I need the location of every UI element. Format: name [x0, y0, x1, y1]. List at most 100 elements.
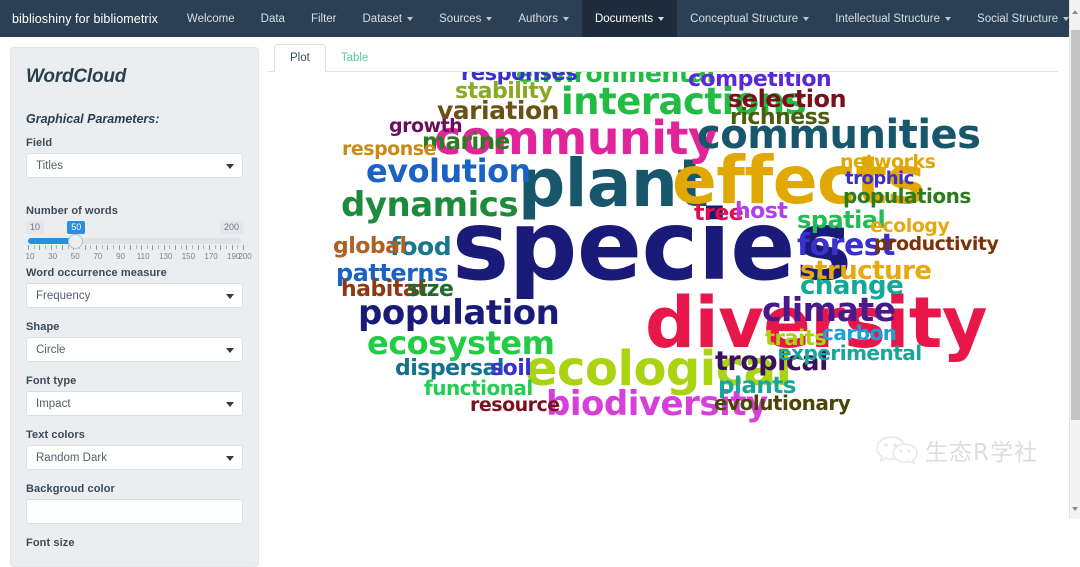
- font-type-select-value: Impact: [36, 398, 71, 410]
- field-select-value: Titles: [36, 160, 63, 172]
- text-colors-select[interactable]: Random Dark: [26, 445, 243, 470]
- wordcloud-word[interactable]: size: [407, 279, 453, 301]
- slider-tick: [198, 245, 199, 250]
- nav-item-label: Dataset: [363, 13, 403, 25]
- slider-tick-label: 110: [137, 252, 150, 261]
- spacer: [26, 191, 243, 205]
- nav-item-intellectual-structure[interactable]: Intellectual Structure: [822, 0, 964, 37]
- wordcloud-word[interactable]: traits: [765, 328, 826, 349]
- nav-item-social-structure[interactable]: Social Structure: [964, 0, 1080, 37]
- wordcloud-word[interactable]: resource: [470, 396, 560, 415]
- wordcloud-word[interactable]: populations: [843, 186, 971, 206]
- slider-max-bubble: 200: [220, 221, 243, 234]
- text-colors-label: Text colors: [26, 429, 243, 441]
- nav-item-authors[interactable]: Authors: [505, 0, 582, 37]
- app-brand[interactable]: biblioshiny for bibliometrix: [0, 0, 174, 37]
- tab-table[interactable]: Table: [326, 45, 384, 71]
- wordcloud-word[interactable]: carbon: [822, 323, 897, 343]
- slider-tick-label: 70: [93, 252, 102, 261]
- wordcloud-word[interactable]: trophic: [845, 170, 914, 188]
- slider-tick-label: 150: [182, 252, 195, 261]
- nav-item-welcome[interactable]: Welcome: [174, 0, 248, 37]
- measure-select-value: Frequency: [36, 290, 90, 302]
- wordcloud-word[interactable]: productivity: [874, 235, 998, 254]
- slider-tick-label: 200: [238, 252, 251, 261]
- nav-item-label: Data: [261, 13, 285, 25]
- nav-item-label: Welcome: [187, 13, 235, 25]
- measure-select[interactable]: Frequency: [26, 283, 243, 308]
- tab-bar: PlotTable: [268, 44, 1058, 72]
- slider-tick: [113, 245, 114, 249]
- nav-item-label: Sources: [439, 13, 481, 25]
- nav-item-data[interactable]: Data: [248, 0, 298, 37]
- slider-tick-label: 30: [48, 252, 57, 261]
- wordcloud-word[interactable]: evolutionary: [714, 393, 850, 413]
- slider-tick: [45, 245, 46, 249]
- shape-select[interactable]: Circle: [26, 337, 243, 362]
- field-select[interactable]: Titles: [26, 153, 243, 178]
- caret-down-icon: [486, 17, 492, 21]
- scroll-up-icon[interactable]: [1072, 10, 1078, 14]
- nav-item-label: Filter: [311, 13, 337, 25]
- slider-ticks: [28, 245, 241, 250]
- nav-item-sources[interactable]: Sources: [426, 0, 505, 37]
- wordcloud-word[interactable]: dynamics: [341, 188, 518, 222]
- slider-tick-label: 170: [204, 252, 217, 261]
- slider-tick: [62, 245, 63, 250]
- measure-label: Word occurrence measure: [26, 267, 243, 279]
- nav-item-filter[interactable]: Filter: [298, 0, 350, 37]
- wordcloud-plot[interactable]: speciesdiversityplanteffectsecologicalco…: [268, 72, 1058, 502]
- slider-tick: [90, 245, 91, 249]
- wordcloud-word[interactable]: structure: [800, 258, 932, 284]
- nav-menu: Welcome Data Filter Dataset Sources Authors Do…: [174, 0, 1080, 37]
- nav-item-documents[interactable]: Documents: [582, 0, 677, 37]
- wordcloud-word[interactable]: soil: [490, 358, 531, 380]
- slider-tick: [102, 245, 103, 249]
- caret-down-icon: [803, 17, 809, 21]
- slider-tick: [51, 245, 52, 250]
- slider-value-bubble: 50: [67, 221, 85, 234]
- chevron-down-icon: [226, 402, 234, 407]
- number-of-words-slider[interactable]: 10 50 200 1030507090110130150170190200: [26, 221, 243, 267]
- slider-tick: [243, 245, 244, 250]
- slider-tick-label: 50: [71, 252, 80, 261]
- wordcloud-word[interactable]: ecosystem: [367, 327, 554, 359]
- background-color-input[interactable]: [26, 499, 243, 524]
- chevron-down-icon: [226, 348, 234, 353]
- nav-item-label: Conceptual Structure: [690, 13, 798, 25]
- slider-tick: [192, 245, 193, 249]
- sidebar-title: WordCloud: [26, 66, 243, 88]
- nav-item-conceptual-structure[interactable]: Conceptual Structure: [677, 0, 822, 37]
- nav-item-dataset[interactable]: Dataset: [350, 0, 427, 37]
- tab-plot[interactable]: Plot: [274, 44, 326, 72]
- wordcloud-word[interactable]: host: [735, 201, 787, 223]
- sidebar-panel: WordCloud Graphical Parameters: Field Ti…: [10, 47, 259, 567]
- text-colors-select-value: Random Dark: [36, 452, 107, 464]
- font-type-select[interactable]: Impact: [26, 391, 243, 416]
- wordcloud-word[interactable]: global: [333, 236, 407, 258]
- wordcloud-word[interactable]: ecology: [870, 217, 949, 236]
- chevron-down-icon: [226, 294, 234, 299]
- slider-tick: [232, 245, 233, 250]
- page-scrollbar[interactable]: [1069, 0, 1080, 519]
- wordcloud-word[interactable]: growth: [389, 117, 462, 136]
- slider-tick: [186, 245, 187, 250]
- nav-item-label: Social Structure: [977, 13, 1058, 25]
- wordcloud-word[interactable]: richness: [730, 107, 830, 129]
- slider-tick: [28, 245, 29, 250]
- caret-down-icon: [658, 17, 664, 21]
- graphical-parameters-heading: Graphical Parameters:: [26, 112, 243, 126]
- caret-down-icon: [407, 17, 413, 21]
- shape-label: Shape: [26, 321, 243, 333]
- caret-down-icon: [563, 17, 569, 21]
- scroll-down-icon[interactable]: [1072, 507, 1078, 511]
- slider-tick: [130, 245, 131, 250]
- slider-tick: [85, 245, 86, 250]
- wordcloud-word[interactable]: response: [342, 140, 436, 159]
- wordcloud-word[interactable]: responses: [461, 72, 577, 84]
- top-navbar: biblioshiny for bibliometrix Welcome Data…: [0, 0, 1069, 37]
- slider-tick: [220, 245, 221, 250]
- nav-item-label: Documents: [595, 13, 653, 25]
- scrollbar-thumb[interactable]: [1071, 30, 1080, 420]
- slider-tick-labels: 1030507090110130150170190200: [26, 252, 243, 264]
